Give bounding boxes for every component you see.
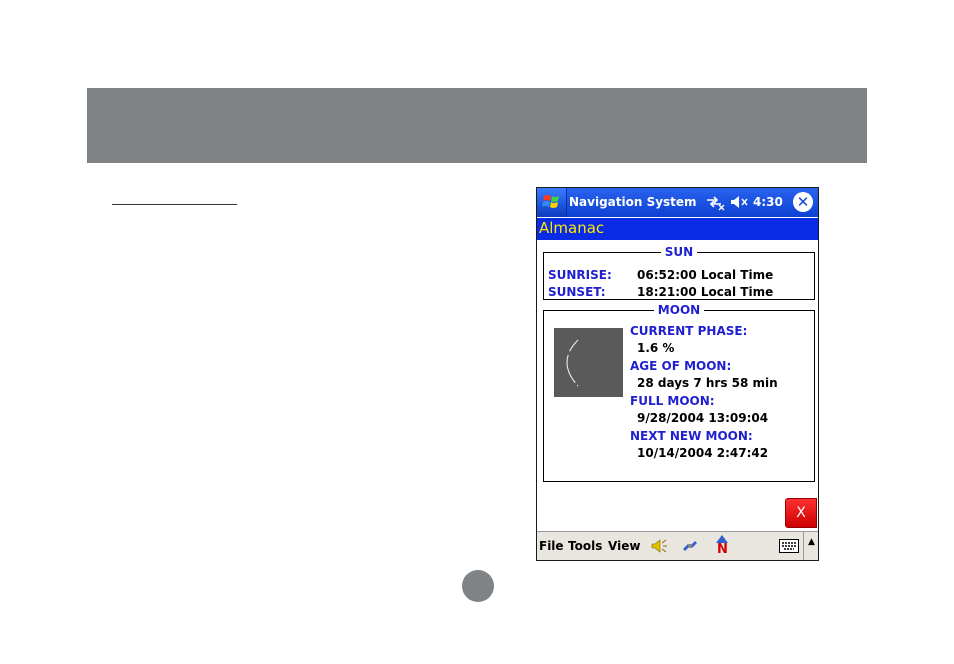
volume-icon[interactable] — [729, 193, 749, 211]
close-icon[interactable]: ✕ — [793, 192, 813, 212]
full-moon-value: 9/28/2004 13:09:04 — [637, 411, 769, 425]
heading-underline — [112, 204, 237, 205]
north-arrow-icon[interactable]: N — [715, 535, 729, 557]
menu-tools[interactable]: Tools — [568, 539, 602, 553]
north-letter: N — [717, 542, 728, 557]
app-title-bar: Almanac — [537, 218, 818, 240]
windows-start-icon — [542, 195, 559, 208]
pda-screen: Navigation System 4:30 ✕ Almanac SUN SUN… — [536, 187, 819, 561]
window-title: Navigation System — [569, 195, 697, 209]
page-number-dot — [462, 570, 494, 602]
moon-legend: MOON — [657, 303, 701, 317]
menu-view[interactable]: View — [608, 539, 640, 553]
satellite-icon[interactable] — [680, 537, 700, 555]
current-phase-label: CURRENT PHASE: — [630, 324, 748, 338]
moon-group: MOON CURRENT PHASE: 1.6 % AGE OF MOON: 2… — [543, 304, 815, 482]
next-new-moon-value: 10/14/2004 2:47:42 — [637, 446, 769, 460]
title-bar: Navigation System 4:30 ✕ — [537, 188, 818, 217]
keyboard-icon[interactable] — [779, 539, 799, 553]
sunrise-label: SUNRISE: — [548, 268, 612, 282]
app-title: Almanac — [539, 219, 605, 237]
speaker-icon[interactable] — [649, 537, 669, 555]
start-button[interactable] — [537, 188, 567, 217]
full-moon-label: FULL MOON: — [630, 394, 715, 408]
sunrise-value: 06:52:00 Local Time — [637, 268, 774, 282]
menu-bar: File Tools View N ▲ — [537, 531, 818, 560]
sun-group: SUN SUNRISE: 06:52:00 Local Time SUNSET:… — [543, 246, 815, 300]
moon-phase-image — [554, 328, 623, 397]
header-band — [87, 88, 867, 163]
close-button[interactable]: X — [785, 498, 817, 528]
menu-file[interactable]: File — [539, 539, 564, 553]
clock[interactable]: 4:30 — [753, 195, 783, 209]
crescent-moon-icon — [566, 339, 579, 387]
sun-legend: SUN — [664, 245, 694, 259]
age-of-moon-value: 28 days 7 hrs 58 min — [637, 376, 778, 390]
next-new-moon-label: NEXT NEW MOON: — [630, 429, 753, 443]
sunset-label: SUNSET: — [548, 285, 606, 299]
connectivity-icon[interactable] — [705, 193, 725, 211]
current-phase-value: 1.6 % — [637, 341, 675, 355]
age-of-moon-label: AGE OF MOON: — [630, 359, 732, 373]
sunset-value: 18:21:00 Local Time — [637, 285, 774, 299]
sip-arrow-icon[interactable]: ▲ — [803, 532, 818, 560]
